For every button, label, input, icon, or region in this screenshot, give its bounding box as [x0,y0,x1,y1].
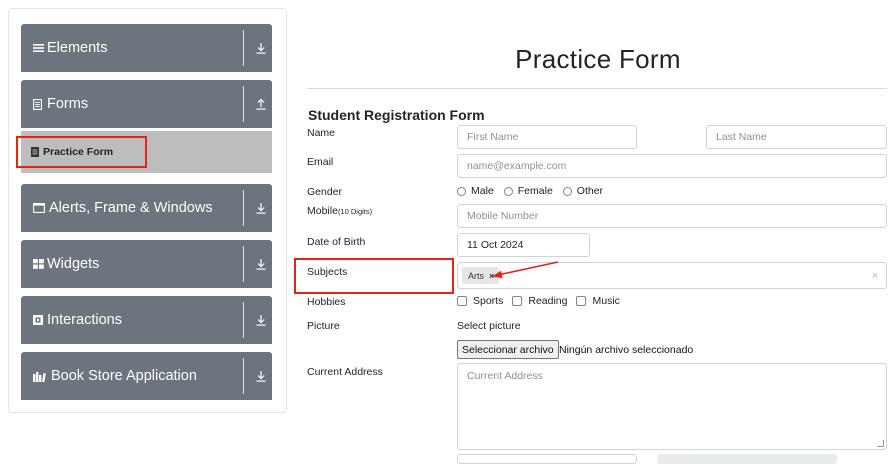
sidebar-group-forms[interactable]: Forms [21,80,272,128]
divider [243,190,244,226]
sidebar-group-book-store[interactable]: Book Store Application [21,352,272,400]
dob-input[interactable]: 11 Oct 2024 [457,233,590,257]
page-title: Practice Form [515,44,681,74]
current-address-placeholder: Current Address [467,370,543,382]
dob-label: Date of Birth [307,236,366,248]
sidebar-group-label: Elements [47,40,108,56]
last-name-input[interactable] [706,125,887,149]
choose-file-button[interactable]: Seleccionar archivo [457,340,559,359]
gender-other-option[interactable]: Other [562,185,603,197]
picture-label: Picture [307,320,340,332]
download-arrow-icon[interactable] [251,296,271,344]
sidebar-group-interactions[interactable]: Interactions [21,296,272,344]
hobby-sports-option[interactable]: Sports [457,295,503,307]
mobile-label: Mobile(10 Digits) [307,205,373,217]
document-icon [33,80,42,128]
resize-handle-icon[interactable] [877,440,884,447]
annotation-highlight-practice-form [16,136,147,168]
select-picture-text: Select picture [457,320,521,332]
file-status-text: Ningún archivo seleccionado [559,343,694,356]
hobbies-checkbox-group: Sports Reading Music [457,295,620,307]
sidebar-group-alerts[interactable]: Alerts, Frame & Windows [21,184,272,232]
divider [243,246,244,282]
download-arrow-icon[interactable] [251,184,271,232]
sidebar-group-label: Book Store Application [51,368,197,384]
divider [243,30,244,66]
title-divider [307,88,887,89]
current-address-label: Current Address [307,366,383,378]
city-select[interactable] [657,454,837,464]
hobby-reading-option[interactable]: Reading [512,295,567,307]
email-label: Email [307,156,334,168]
current-address-textarea[interactable]: Current Address [457,363,887,450]
mobile-input[interactable] [457,204,887,228]
annotation-arrow-icon [492,261,559,279]
checkbox[interactable] [457,296,467,306]
sidebar-group-elements[interactable]: Elements [21,24,272,72]
divider [243,302,244,338]
download-arrow-icon[interactable] [251,352,271,400]
divider [243,358,244,394]
radio-button[interactable] [457,186,466,196]
clear-icon[interactable]: × [872,263,878,288]
gender-male-option[interactable]: Male [457,185,494,197]
gender-female-option[interactable]: Female [503,185,553,197]
gender-radio-group: Male Female Other [457,185,603,197]
radio-button[interactable] [562,186,572,196]
checkbox[interactable] [576,296,587,306]
download-arrow-icon[interactable] [251,240,271,288]
email-input[interactable] [457,154,887,178]
widgets-icon [33,240,44,288]
sidebar-group-widgets[interactable]: Widgets [21,240,272,288]
first-name-input[interactable] [457,125,637,149]
hobbies-label: Hobbies [307,296,346,308]
download-arrow-icon[interactable] [251,24,271,72]
checkbox[interactable] [512,296,523,306]
state-select[interactable] [457,454,637,464]
sidebar-group-label: Alerts, Frame & Windows [49,200,213,216]
sidebar-group-label: Widgets [47,256,100,272]
sidebar-group-label: Forms [47,96,89,112]
form-heading: Student Registration Form [308,107,485,123]
radio-button[interactable] [503,186,513,196]
hobby-music-option[interactable]: Music [576,295,620,307]
bookstore-icon [33,352,46,400]
annotation-highlight-subjects [294,258,454,294]
divider [243,86,244,122]
window-icon [33,184,45,232]
upload-arrow-icon[interactable] [251,80,271,128]
interactions-icon [33,296,43,344]
menu-icon [33,24,44,72]
sidebar-group-label: Interactions [47,312,122,328]
name-label: Name [307,127,336,139]
gender-label: Gender [307,186,343,198]
